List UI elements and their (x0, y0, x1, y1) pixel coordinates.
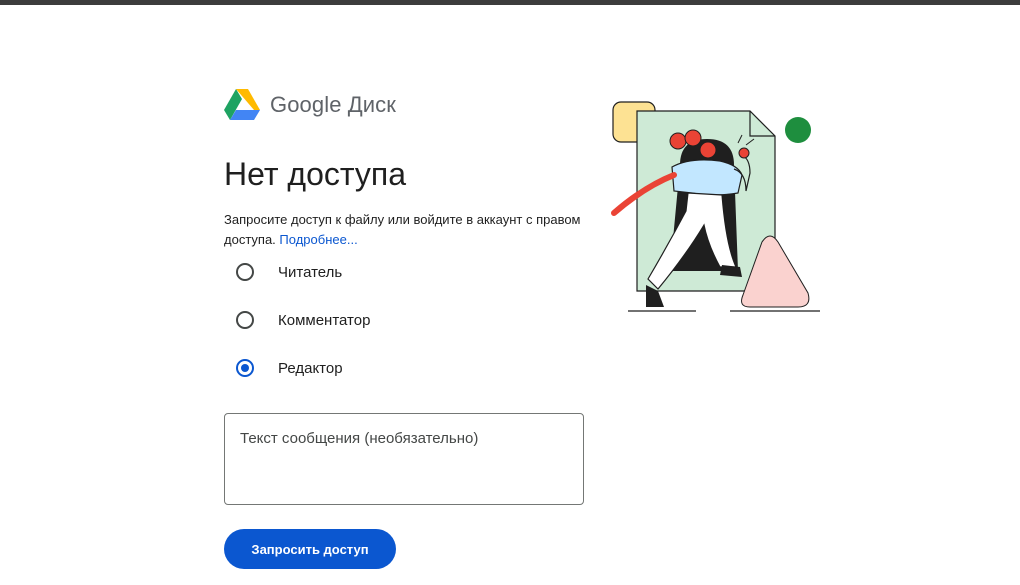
google-drive-logo[interactable]: Google Диск (224, 88, 396, 122)
access-denied-illustration (611, 101, 820, 312)
radio-button-reader[interactable] (236, 263, 254, 281)
access-description: Запросите доступ к файлу или войдите в а… (224, 210, 584, 250)
role-label-commenter: Комментатор (278, 311, 371, 329)
description-text: Запросите доступ к файлу или войдите в а… (224, 212, 581, 247)
page-title: Нет доступа (224, 156, 406, 192)
radio-button-commenter[interactable] (236, 311, 254, 329)
role-option-commenter[interactable]: Комментатор (236, 311, 370, 329)
request-access-button[interactable]: Запросить доступ (224, 529, 396, 569)
google-drive-logo-icon (224, 89, 260, 120)
message-input[interactable] (224, 413, 584, 505)
logo-google-word: Google (270, 92, 342, 117)
role-label-editor: Редактор (278, 359, 343, 377)
role-option-editor[interactable]: Редактор (236, 359, 343, 377)
role-option-reader[interactable]: Читатель (236, 263, 342, 281)
learn-more-link[interactable]: Подробнее... (279, 232, 357, 247)
radio-button-editor[interactable] (236, 359, 254, 377)
role-label-reader: Читатель (278, 263, 343, 281)
top-bar (0, 0, 1020, 5)
logo-product-word: Диск (347, 92, 396, 117)
logo-text: Google Диск (270, 92, 396, 118)
